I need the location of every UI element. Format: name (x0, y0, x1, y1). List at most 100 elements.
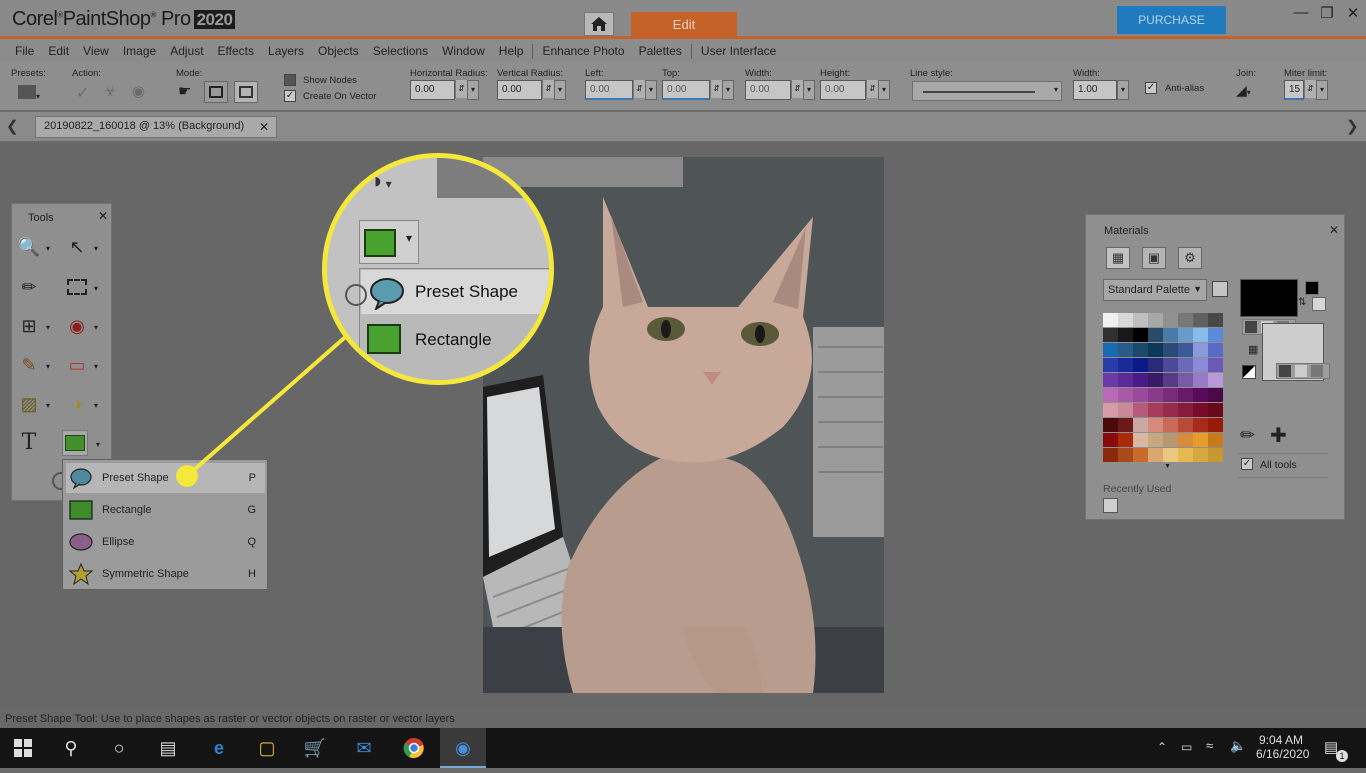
paintshop-taskbar-icon[interactable]: ◉ (440, 728, 486, 768)
reset-colors-icon[interactable]: ▦ (1248, 343, 1258, 356)
palette-swatch[interactable] (1178, 328, 1193, 342)
home-tab-button[interactable] (584, 12, 614, 36)
palette-swatch[interactable] (1103, 418, 1118, 432)
palette-select[interactable]: Standard Palette ▼ (1103, 279, 1207, 301)
miter-limit-input[interactable]: 15 ⇵ ▾ (1284, 80, 1328, 100)
picture-tube-tool-icon[interactable]: ◑ (64, 391, 90, 417)
minimize-button[interactable]: — (1290, 4, 1312, 22)
palette-swatch[interactable] (1163, 373, 1178, 387)
join-style-icon[interactable]: ◢▾ (1236, 82, 1251, 99)
flyout-arrow-icon[interactable]: ▾ (46, 323, 54, 332)
cortana-icon[interactable]: ○ (96, 728, 142, 768)
menu-selections[interactable]: Selections (366, 44, 435, 58)
flyout-arrow-icon[interactable]: ▾ (94, 362, 102, 371)
flyout-arrow-icon[interactable]: ▾ (94, 244, 102, 253)
wifi-icon[interactable]: ≈ (1206, 738, 1213, 753)
dropdown-arrow-icon[interactable]: ▾ (803, 80, 815, 100)
presets-dropdown[interactable]: ▾ (18, 82, 46, 102)
palette-swatch[interactable] (1148, 313, 1163, 327)
selection-tool-icon[interactable] (64, 274, 90, 300)
mini-background-swatch[interactable] (1312, 297, 1326, 311)
spin-arrows-icon[interactable]: ⇵ (633, 80, 645, 98)
palette-swatch[interactable] (1193, 313, 1208, 327)
palette-swatch[interactable] (1133, 448, 1148, 462)
menu-effects[interactable]: Effects (211, 44, 261, 58)
palette-swatch[interactable] (1208, 328, 1223, 342)
flyout-arrow-icon[interactable]: ▾ (96, 440, 104, 449)
fill-tool-icon[interactable]: ▨ (16, 391, 42, 417)
palette-swatch[interactable] (1103, 433, 1118, 447)
volume-icon[interactable]: 🔈 (1230, 738, 1246, 754)
flyout-item-symmetric-shape[interactable]: Symmetric Shape H (66, 559, 265, 589)
menu-enhance-photo[interactable]: Enhance Photo (535, 44, 631, 58)
palette-swatch[interactable] (1208, 373, 1223, 387)
palette-swatch[interactable] (1103, 313, 1118, 327)
palette-swatch[interactable] (1208, 448, 1223, 462)
palette-swatch[interactable] (1148, 403, 1163, 417)
clock[interactable]: 9:04 AM 6/16/2020 (1256, 733, 1309, 761)
palette-swatch[interactable] (1163, 343, 1178, 357)
pick-tool-icon[interactable]: ↖ (64, 234, 90, 260)
close-panel-icon[interactable]: ✕ (98, 209, 108, 223)
dropdown-arrow-icon[interactable]: ▾ (722, 80, 734, 100)
mini-foreground-swatch[interactable] (1305, 281, 1319, 295)
left-value[interactable]: 0.00 (585, 80, 633, 100)
palette-swatch[interactable] (1133, 343, 1148, 357)
palette-swatch[interactable] (1163, 358, 1178, 372)
menu-objects[interactable]: Objects (311, 44, 366, 58)
apply-icon[interactable]: ✓ (76, 83, 89, 103)
palette-swatch[interactable] (1133, 388, 1148, 402)
palette-swatch[interactable] (1163, 448, 1178, 462)
palette-swatch[interactable] (1208, 343, 1223, 357)
height-value[interactable]: 0.00 (820, 80, 866, 100)
flyout-item-rectangle[interactable]: Rectangle G (66, 495, 265, 525)
palette-swatch[interactable] (1193, 433, 1208, 447)
flyout-item-preset-shape[interactable]: Preset Shape P (66, 463, 265, 493)
top-value[interactable]: 0.00 (662, 80, 710, 100)
pick-mode-icon[interactable]: ☛ (178, 82, 191, 100)
maximize-button[interactable]: ❐ (1316, 4, 1338, 22)
palette-swatch[interactable] (1208, 433, 1223, 447)
flyout-arrow-icon[interactable]: ▾ (94, 323, 102, 332)
menu-help[interactable]: Help (492, 44, 531, 58)
crop-tool-icon[interactable]: ⊞ (16, 313, 42, 339)
spin-arrows-icon[interactable]: ⇵ (1304, 80, 1316, 98)
create-on-vector-checkbox[interactable]: ✓ (284, 90, 296, 102)
palette-swatch[interactable] (1133, 373, 1148, 387)
palette-swatch[interactable] (1208, 418, 1223, 432)
adjust-tab-icon[interactable]: ⚙ (1178, 247, 1202, 269)
foreground-swatch[interactable] (1240, 279, 1298, 317)
palette-scroll-icon[interactable]: ▼ (1164, 463, 1171, 470)
palette-swatch[interactable] (1193, 343, 1208, 357)
gradient-tab-icon[interactable]: ▣ (1142, 247, 1166, 269)
left-input[interactable]: 0.00 ⇵ ▾ (585, 80, 657, 100)
chrome-icon[interactable] (391, 728, 437, 768)
palette-swatch[interactable] (1103, 388, 1118, 402)
palette-swatch[interactable] (1118, 433, 1133, 447)
palette-swatch[interactable] (1148, 328, 1163, 342)
mode-vector-button[interactable] (204, 81, 228, 103)
anti-alias-checkbox[interactable]: ✓ (1145, 82, 1157, 94)
palette-swatch[interactable] (1163, 328, 1178, 342)
file-explorer-icon[interactable]: ▢ (244, 728, 290, 768)
palette-swatch[interactable] (1178, 358, 1193, 372)
text-tool-icon[interactable]: T (16, 430, 42, 456)
palette-swatch[interactable] (1163, 388, 1178, 402)
menu-image[interactable]: Image (116, 44, 163, 58)
dropdown-arrow-icon[interactable]: ▾ (1117, 80, 1129, 100)
flyout-arrow-icon[interactable]: ▾ (46, 244, 54, 253)
flyout-arrow-icon[interactable]: ▾ (46, 401, 54, 410)
palette-swatch[interactable] (1133, 313, 1148, 327)
dropper-icon[interactable]: ✏ (1240, 425, 1255, 446)
palette-swatch[interactable] (1208, 403, 1223, 417)
mail-icon[interactable]: ✉ (341, 728, 387, 768)
stroke-width-input[interactable]: 1.00 ▾ (1073, 80, 1129, 100)
palette-swatch[interactable] (1103, 448, 1118, 462)
palette-swatch[interactable] (1193, 373, 1208, 387)
palette-swatch[interactable] (1103, 373, 1118, 387)
edge-icon[interactable]: e (196, 728, 242, 768)
scroll-right-icon[interactable]: ❯ (1346, 117, 1359, 135)
eraser-tool-icon[interactable]: ▭ (64, 352, 90, 378)
stroke-width-value[interactable]: 1.00 (1073, 80, 1117, 100)
palette-swatch[interactable] (1208, 358, 1223, 372)
